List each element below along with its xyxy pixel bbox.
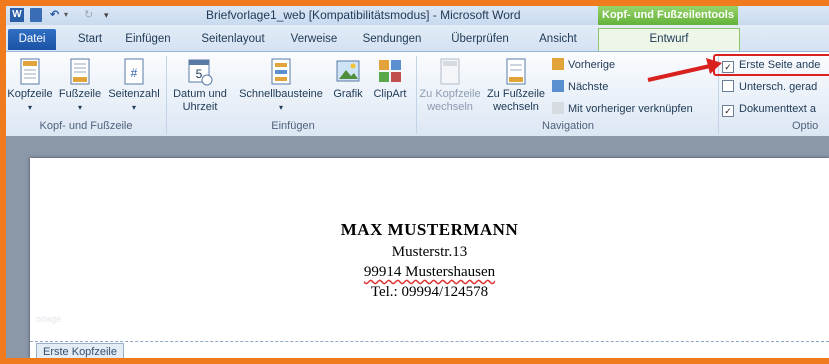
faded-text: orlage [36,314,62,324]
option-untersch-gerade-checkbox[interactable]: Untersch. gerad [722,80,817,94]
word-logo-icon[interactable]: W [10,8,24,22]
zu-kopf-label-1: Zu Kopfzeile [419,88,481,100]
previous-icon [552,58,564,70]
chevron-down-icon: ▾ [77,103,82,112]
verknuepfen-label: Mit vorheriger verknüpfen [568,103,693,115]
fusszeile-label: Fußzeile [58,88,102,100]
naechste-label: Nächste [568,81,609,93]
seitenzahl-label: Seitenzahl [108,88,160,100]
goto-header-icon [440,58,460,85]
grafik-button[interactable]: Grafik [330,58,366,101]
quick-parts-icon [271,58,291,85]
vorherige-button[interactable]: Vorherige [552,58,615,72]
zu-fusszeile-wechseln-button[interactable]: Zu Fußzeile wechseln [484,58,548,114]
link-icon [552,102,564,114]
schnellbausteine-button[interactable]: Schnellbausteine ▾ [234,58,328,114]
title-bar: W ↶ ▾ ↻ ▾ Briefvorlage1_web [Kompatibili… [6,6,829,25]
next-icon [552,80,564,92]
chevron-down-icon: ▾ [27,103,32,112]
document-area: MAX MUSTERMANN Musterstr.13 99914 Muster… [6,136,829,358]
page-number-icon: # [124,58,144,85]
undo-icon[interactable]: ↶ [50,8,59,22]
undo-dropdown-icon[interactable]: ▾ [64,8,68,22]
zu-kopf-label-2: wechseln [427,101,473,113]
header-page-icon [20,58,40,85]
zu-fuss-label-2: wechseln [493,101,539,113]
tab-einfuegen[interactable]: Einfügen [118,29,178,50]
header-tag: Erste Kopfzeile [36,343,124,358]
tab-seitenlayout[interactable]: Seitenlayout [194,29,272,50]
svg-text:#: # [131,66,138,80]
calendar-clock-icon: 5 [188,59,213,86]
group-label-einfuegen: Einfügen [271,120,315,132]
document-page[interactable]: MAX MUSTERMANN Musterstr.13 99914 Muster… [30,158,829,358]
window-title: Briefvorlage1_web [Kompatibilitätsmodus]… [206,8,521,22]
naechste-button[interactable]: Nächste [552,80,608,94]
zu-kopfzeile-wechseln-button[interactable]: Zu Kopfzeile wechseln [418,58,482,114]
clipart-label: ClipArt [373,88,407,100]
picture-icon [336,60,360,82]
vorherige-label: Vorherige [568,59,616,71]
group-label-navigation: Navigation [542,120,594,132]
mit-vorheriger-verknuepfen-button[interactable]: Mit vorheriger verknüpfen [552,102,693,116]
group-label-kopf-fuss: Kopf- und Fußzeile [39,120,133,132]
chevron-down-icon: ▾ [131,103,136,112]
svg-text:5: 5 [196,67,203,81]
redo-icon[interactable]: ↻ [84,8,93,22]
save-icon[interactable] [30,8,42,22]
datum-label-2: Uhrzeit [182,101,218,113]
letterhead-city: 99914 Mustershausen [363,264,496,280]
option-label: Untersch. gerad [739,81,818,93]
group-separator [416,56,417,134]
datum-label-1: Datum und [173,88,227,100]
fusszeile-button[interactable]: Fußzeile ▾ [56,58,104,114]
tab-datei[interactable]: Datei [8,29,56,50]
datum-uhrzeit-button[interactable]: 5 Datum und Uhrzeit [170,58,230,114]
seitenzahl-button[interactable]: # Seitenzahl ▾ [106,58,162,114]
tab-sendungen[interactable]: Sendungen [356,29,428,50]
kopfzeile-button[interactable]: Kopfzeile ▾ [6,58,54,114]
header-boundary [30,341,829,342]
option-label: Dokumenttext a [739,103,817,115]
tab-start[interactable]: Start [68,29,112,50]
tab-verweise[interactable]: Verweise [284,29,344,50]
option-label: Erste Seite ande [739,59,821,71]
tab-entwurf[interactable]: Entwurf [598,28,740,51]
group-label-optionen: Optio [792,120,819,132]
schnellbausteine-label: Schnellbausteine [239,88,323,100]
option-dokumenttext-checkbox[interactable]: ✓ Dokumenttext a [722,102,816,117]
clipart-icon [379,60,401,82]
customize-quick-access-icon[interactable]: ▾ [104,8,109,22]
checkbox-checked-icon: ✓ [722,105,734,117]
tab-ansicht[interactable]: Ansicht [530,29,586,50]
option-erste-seite-checkbox[interactable]: ✓ Erste Seite ande [722,58,820,73]
letterhead-street: Musterstr.13 [391,244,468,260]
letterhead-phone: Tel.: 09994/124578 [370,284,489,300]
grafik-label: Grafik [333,88,363,100]
footer-page-icon [70,58,90,85]
ribbon-tabs: Datei Start Einfügen Seitenlayout Verwei… [6,25,829,70]
tab-ueberpruefen[interactable]: Überprüfen [442,29,518,50]
group-separator [166,56,167,134]
red-arrow-icon [647,58,722,82]
contextual-tab-title: Kopf- und Fußzeilentools [598,6,738,25]
clipart-button[interactable]: ClipArt [368,58,412,101]
kopfzeile-label: Kopfzeile [7,88,53,100]
chevron-down-icon: ▾ [278,103,283,112]
letterhead-name: MAX MUSTERMANN [340,220,519,239]
goto-footer-icon [506,58,526,85]
zu-fuss-label-1: Zu Fußzeile [486,88,546,100]
word-window: W ↶ ▾ ↻ ▾ Briefvorlage1_web [Kompatibili… [6,6,829,358]
